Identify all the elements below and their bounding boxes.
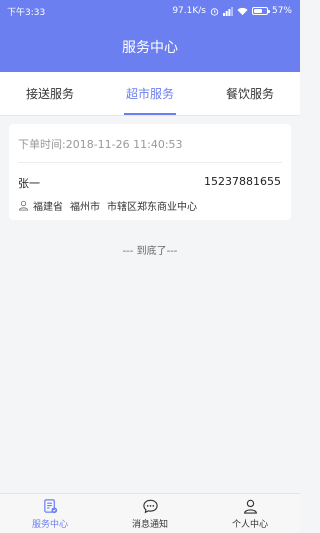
service-document-icon bbox=[42, 498, 59, 515]
order-time: 下单时间:2018-11-26 11:40:53 bbox=[18, 138, 183, 151]
address-row: 福建省 福州市 市辖区郑东商业中心 bbox=[18, 198, 200, 213]
tab-label: 超市服务 bbox=[125, 87, 174, 101]
address-detail: 市辖区郑东商业中心 bbox=[107, 202, 197, 213]
signal-icon bbox=[222, 6, 233, 16]
person-icon bbox=[242, 498, 259, 515]
address-province: 福建省 bbox=[33, 202, 63, 213]
battery-icon bbox=[251, 7, 270, 15]
order-card[interactable]: 下单时间:2018-11-26 11:40:53 张一 15237881655 … bbox=[9, 124, 291, 220]
tab-label: 接送服务 bbox=[25, 87, 74, 101]
service-tabs: 接送服务 超市服务 餐饮服务 bbox=[0, 72, 300, 116]
nav-service-center[interactable]: 服务中心 bbox=[0, 494, 100, 533]
status-indicators: 97.1K/s 57% bbox=[172, 6, 292, 16]
nav-label: 个人中心 bbox=[231, 519, 268, 530]
status-time: 下午3:33 bbox=[7, 7, 46, 18]
wifi-icon bbox=[237, 7, 248, 16]
nav-message-notice[interactable]: 消息通知 bbox=[100, 494, 200, 533]
status-bar: 下午3:33 97.1K/s 57% bbox=[0, 0, 300, 22]
nav-personal-center[interactable]: 个人中心 bbox=[200, 494, 300, 533]
nav-label: 服务中心 bbox=[31, 519, 68, 530]
message-bubble-icon bbox=[142, 498, 159, 515]
alarm-icon bbox=[210, 7, 219, 16]
tab-dining-service[interactable]: 餐饮服务 bbox=[200, 72, 300, 115]
divider bbox=[18, 162, 282, 163]
tab-supermarket-service[interactable]: 超市服务 bbox=[100, 72, 200, 115]
nav-label: 消息通知 bbox=[131, 519, 168, 530]
list-end-text: --- 到底了--- bbox=[122, 246, 178, 257]
page-title: 服务中心 bbox=[122, 40, 178, 56]
network-speed: 97.1K/s bbox=[172, 6, 206, 16]
person-location-icon bbox=[18, 200, 29, 211]
bottom-nav: 服务中心 消息通知 个人中心 bbox=[0, 493, 300, 533]
recipient-name: 张一 bbox=[18, 177, 40, 190]
tab-label: 餐饮服务 bbox=[225, 87, 274, 101]
tab-transport-service[interactable]: 接送服务 bbox=[0, 72, 100, 115]
battery-percent: 57% bbox=[271, 6, 292, 16]
recipient-phone: 15237881655 bbox=[204, 175, 281, 188]
app-bar: 服务中心 bbox=[0, 22, 300, 72]
address-city: 福州市 bbox=[70, 202, 100, 213]
